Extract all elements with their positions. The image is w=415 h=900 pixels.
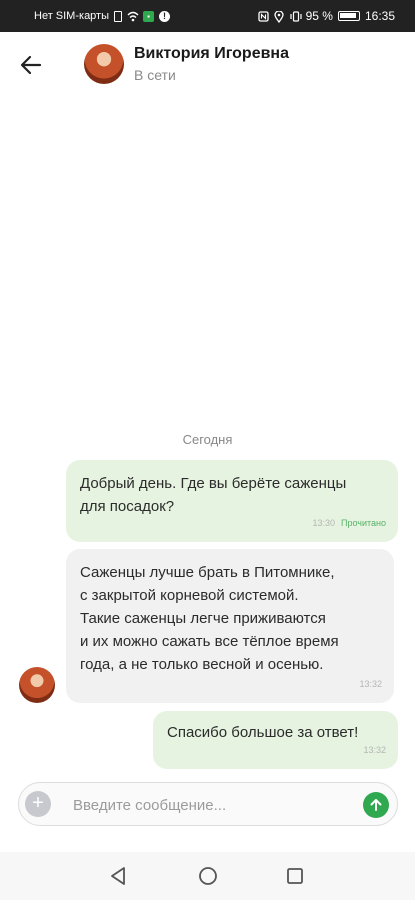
message-text: Саженцы лучше брать в Питомнике, с закры…	[80, 564, 339, 673]
nav-recents-button[interactable]	[283, 864, 307, 888]
outgoing-message[interactable]: Спасибо большое за ответ! 13:32	[153, 711, 398, 769]
vibrate-icon	[290, 10, 302, 22]
message-text: Спасибо большое за ответ!	[167, 724, 359, 741]
message-input[interactable]	[73, 793, 353, 817]
read-status: Прочитано	[341, 518, 386, 528]
alert-icon: !	[159, 10, 171, 22]
message-meta: 13:30 Прочитано	[312, 512, 386, 535]
message-meta: 13:32	[359, 673, 382, 696]
message-time: 13:32	[363, 745, 386, 755]
battery-percent: 95 %	[305, 9, 333, 23]
sender-avatar[interactable]	[19, 667, 55, 703]
arrow-left-icon	[20, 55, 42, 75]
nfc-icon	[257, 10, 269, 22]
outgoing-message[interactable]: Добрый день. Где вы берёте саженцы для п…	[66, 460, 398, 542]
status-bar: Нет SIM-карты ▪ ! 95 % 16:35	[0, 0, 415, 32]
arrow-up-icon	[370, 799, 382, 811]
contact-status: В сети	[134, 67, 176, 83]
battery-icon	[337, 11, 360, 21]
attach-button[interactable]: +	[25, 791, 51, 817]
nav-back-button[interactable]	[106, 864, 130, 888]
message-time: 13:30	[312, 518, 335, 528]
triangle-back-icon	[111, 867, 125, 885]
contact-name[interactable]: Виктория Игоревна	[134, 45, 289, 63]
message-time: 13:32	[359, 679, 382, 689]
status-left: Нет SIM-карты ▪ !	[34, 10, 171, 22]
message-meta: 13:32	[363, 739, 386, 762]
carrier-label: Нет SIM-карты	[34, 10, 110, 22]
back-button[interactable]	[16, 50, 46, 80]
circle-home-icon	[199, 867, 217, 885]
message-composer: +	[18, 782, 398, 826]
clock: 16:35	[364, 9, 395, 23]
incoming-message[interactable]: Саженцы лучше брать в Питомнике, с закры…	[66, 549, 394, 703]
status-right: 95 % 16:35	[257, 9, 395, 23]
location-icon	[273, 9, 285, 23]
nav-home-button[interactable]	[196, 864, 220, 888]
send-button[interactable]	[363, 792, 389, 818]
wifi-icon	[127, 11, 139, 22]
date-separator: Сегодня	[182, 432, 233, 447]
square-recents-icon	[287, 868, 303, 884]
contact-avatar[interactable]	[84, 44, 124, 84]
chat-header: Виктория Игоревна В сети	[0, 32, 415, 98]
app-notification-icon: ▪	[143, 10, 155, 22]
plus-icon: +	[32, 792, 44, 814]
system-nav-bar	[0, 852, 415, 900]
sim-icon	[114, 10, 123, 22]
